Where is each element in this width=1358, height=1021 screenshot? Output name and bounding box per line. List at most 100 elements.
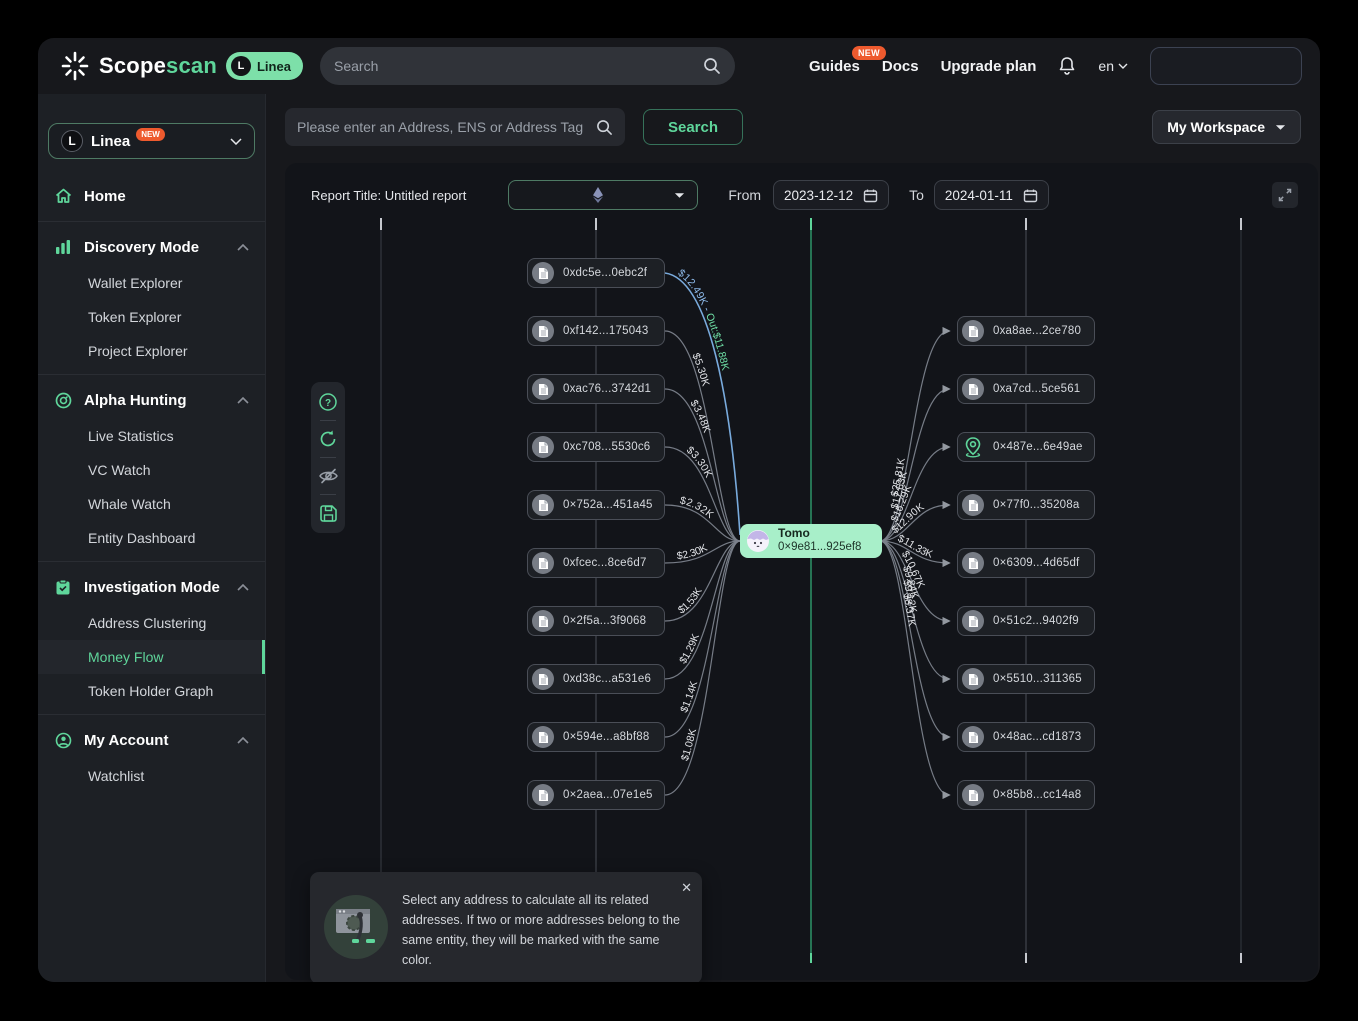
sidebar-item-wallet-explorer[interactable]: Wallet Explorer bbox=[38, 266, 265, 300]
document-icon bbox=[962, 726, 984, 748]
wallet-connect-box[interactable] bbox=[1150, 47, 1302, 85]
address-node[interactable]: 0xa8ae...2ce780 bbox=[957, 316, 1095, 346]
search-icon bbox=[596, 119, 613, 136]
address-node[interactable]: 0×48ac...cd1873 bbox=[957, 722, 1095, 752]
chevron-up-icon bbox=[237, 731, 249, 749]
address-node[interactable]: 0×77f0...35208a bbox=[957, 490, 1095, 520]
sidebar-item-token-holder-graph[interactable]: Token Holder Graph bbox=[38, 674, 265, 708]
address-node[interactable]: 0xf142...175043 bbox=[527, 316, 665, 346]
graph-header: Report Title: Untitled report From 2023-… bbox=[311, 180, 1298, 210]
sidebar-item-vc-watch[interactable]: VC Watch bbox=[38, 453, 265, 487]
sidebar-section-discovery-mode[interactable]: Discovery Mode bbox=[38, 228, 265, 266]
hide-button[interactable] bbox=[314, 462, 342, 490]
edge-amount-label: $5.30K bbox=[689, 351, 711, 387]
tomo-avatar bbox=[746, 529, 770, 553]
document-icon bbox=[532, 610, 554, 632]
user-icon bbox=[54, 732, 72, 749]
app-window: Scopescan L Linea GuidesNEW Docs Upgrade… bbox=[38, 38, 1320, 982]
to-date-picker[interactable]: 2024-01-11 bbox=[934, 180, 1049, 210]
sidebar-item-live-statistics[interactable]: Live Statistics bbox=[38, 419, 265, 453]
document-icon bbox=[532, 436, 554, 458]
edge-amount-label: $2.30K bbox=[676, 542, 709, 563]
clipboard-icon bbox=[54, 579, 72, 596]
main-content: Search My Workspace $12.49K - Out:$11.88… bbox=[266, 94, 1320, 982]
address-node[interactable]: 0×85b8...cc14a8 bbox=[957, 780, 1095, 810]
address-node[interactable]: 0×51c2...9402f9 bbox=[957, 606, 1095, 636]
illustration bbox=[324, 895, 388, 959]
search-icon bbox=[703, 57, 721, 75]
my-workspace-button[interactable]: My Workspace bbox=[1152, 110, 1301, 144]
nav-docs[interactable]: Docs bbox=[882, 58, 919, 75]
linea-logo-icon: L bbox=[231, 56, 251, 76]
sidebar-section-alpha-hunting[interactable]: Alpha Hunting bbox=[38, 381, 265, 419]
chevron-down-icon bbox=[1275, 124, 1286, 131]
refresh-button[interactable] bbox=[314, 425, 342, 453]
help-button[interactable]: ? bbox=[314, 388, 342, 416]
address-node[interactable]: 0xa7cd...5ce561 bbox=[957, 374, 1095, 404]
nav-guides[interactable]: GuidesNEW bbox=[809, 58, 860, 75]
from-date-picker[interactable]: 2023-12-12 bbox=[773, 180, 889, 210]
sidebar: L Linea NEW Home Discovery Mode Wallet E… bbox=[38, 94, 266, 982]
address-node[interactable]: 0×6309...4d65df bbox=[957, 548, 1095, 578]
address-search-row: Search My Workspace bbox=[285, 108, 1301, 146]
address-node[interactable]: 0×5510...311365 bbox=[957, 664, 1095, 694]
language-selector[interactable]: en bbox=[1098, 58, 1128, 74]
fullscreen-button[interactable] bbox=[1272, 182, 1298, 208]
save-button[interactable] bbox=[314, 499, 342, 527]
divider bbox=[320, 457, 336, 458]
address-node[interactable]: 0×752a...451a45 bbox=[527, 490, 665, 520]
address-label: 0×48ac...cd1873 bbox=[993, 731, 1081, 743]
chevron-down-icon bbox=[230, 132, 242, 150]
global-search-input[interactable] bbox=[334, 58, 703, 74]
calendar-icon bbox=[1023, 188, 1038, 203]
document-icon bbox=[532, 668, 554, 690]
eye-off-icon bbox=[318, 467, 339, 485]
global-search[interactable] bbox=[320, 47, 735, 85]
network-badge: L Linea bbox=[226, 52, 303, 80]
logo[interactable]: Scopescan L Linea bbox=[60, 38, 303, 94]
center-node-name: Tomo bbox=[778, 527, 861, 541]
tooltip-text: Select any address to calculate all its … bbox=[402, 884, 688, 970]
sidebar-item-whale-watch[interactable]: Whale Watch bbox=[38, 487, 265, 521]
graph-canvas[interactable]: $12.49K - Out:$11.88K$5.30K$3.48K$3.30K$… bbox=[285, 163, 1318, 980]
address-search-field[interactable] bbox=[285, 108, 625, 146]
bar-chart-icon bbox=[54, 239, 72, 255]
sidebar-item-money-flow[interactable]: Money Flow bbox=[38, 640, 265, 674]
document-icon bbox=[962, 784, 984, 806]
bell-icon[interactable] bbox=[1058, 56, 1076, 76]
address-search-input[interactable] bbox=[297, 119, 596, 135]
address-node[interactable]: 0xfcec...8ce6d7 bbox=[527, 548, 665, 578]
divider bbox=[320, 420, 336, 421]
address-node[interactable]: 0xd38c...a531e6 bbox=[527, 664, 665, 694]
edge-amount-label: $3.48K bbox=[688, 398, 713, 435]
info-tooltip: Select any address to calculate all its … bbox=[310, 872, 702, 982]
network-selector[interactable]: L Linea NEW bbox=[48, 123, 255, 159]
sidebar-section-investigation-mode[interactable]: Investigation Mode bbox=[38, 568, 265, 606]
sidebar-item-watchlist[interactable]: Watchlist bbox=[38, 759, 265, 793]
token-select[interactable] bbox=[508, 180, 698, 210]
sidebar-section-my-account[interactable]: My Account bbox=[38, 721, 265, 759]
edge-amount-label: $1.53K bbox=[676, 586, 705, 617]
document-icon bbox=[532, 262, 554, 284]
address-node[interactable]: 0xac76...3742d1 bbox=[527, 374, 665, 404]
chevron-up-icon bbox=[237, 238, 249, 256]
address-node[interactable]: 0×487e...6e49ae bbox=[957, 432, 1095, 462]
search-button[interactable]: Search bbox=[643, 109, 743, 145]
sidebar-item-token-explorer[interactable]: Token Explorer bbox=[38, 300, 265, 334]
divider bbox=[320, 494, 336, 495]
sidebar-item-home[interactable]: Home bbox=[38, 177, 265, 215]
document-icon bbox=[532, 726, 554, 748]
sidebar-item-project-explorer[interactable]: Project Explorer bbox=[38, 334, 265, 368]
nav-upgrade-plan[interactable]: Upgrade plan bbox=[941, 58, 1037, 75]
address-node[interactable]: 0xdc5e...0ebc2f bbox=[527, 258, 665, 288]
sidebar-item-entity-dashboard[interactable]: Entity Dashboard bbox=[38, 521, 265, 555]
close-icon[interactable]: ✕ bbox=[681, 880, 692, 896]
address-node[interactable]: 0×2aea...07e1e5 bbox=[527, 780, 665, 810]
address-label: 0xac76...3742d1 bbox=[563, 383, 651, 395]
center-node-tomo[interactable]: Tomo 0×9e81...925ef8 bbox=[740, 524, 882, 558]
sidebar-item-address-clustering[interactable]: Address Clustering bbox=[38, 606, 265, 640]
address-node[interactable]: 0×594e...a8bf88 bbox=[527, 722, 665, 752]
address-node[interactable]: 0xc708...5530c6 bbox=[527, 432, 665, 462]
location-pin-icon bbox=[962, 436, 984, 458]
address-node[interactable]: 0×2f5a...3f9068 bbox=[527, 606, 665, 636]
